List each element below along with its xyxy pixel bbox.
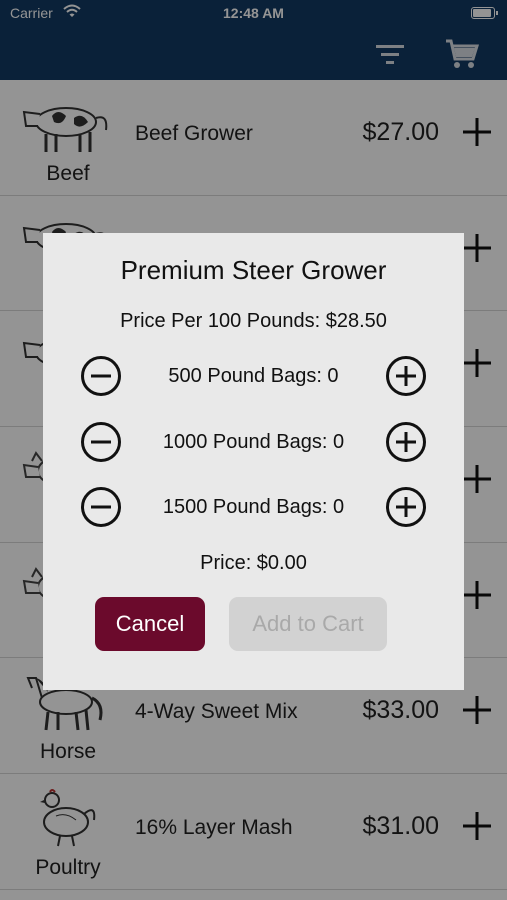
decrement-icon[interactable] — [80, 421, 122, 463]
increment-icon[interactable] — [385, 486, 427, 528]
add-to-cart-button[interactable]: Add to Cart — [229, 597, 387, 651]
increment-icon[interactable] — [385, 421, 427, 463]
decrement-icon[interactable] — [80, 486, 122, 528]
quantity-label: 1000 Pound Bags: 0 — [162, 431, 345, 453]
quantity-label: 500 Pound Bags: 0 — [168, 365, 339, 387]
decrement-icon[interactable] — [80, 355, 122, 397]
dialog-title: Premium Steer Grower — [120, 255, 387, 285]
quantity-label: 1500 Pound Bags: 0 — [162, 496, 345, 518]
cancel-button[interactable]: Cancel — [95, 597, 205, 651]
quantity-row: 1000 Pound Bags: 0 — [43, 421, 464, 465]
total-price: Price: $0.00 — [200, 552, 307, 574]
quantity-row: 500 Pound Bags: 0 — [43, 355, 464, 399]
increment-icon[interactable] — [385, 355, 427, 397]
price-per-unit: Price Per 100 Pounds: $28.50 — [120, 310, 387, 332]
product-dialog: Premium Steer Grower Price Per 100 Pound… — [43, 233, 464, 690]
quantity-row: 1500 Pound Bags: 0 — [43, 486, 464, 530]
